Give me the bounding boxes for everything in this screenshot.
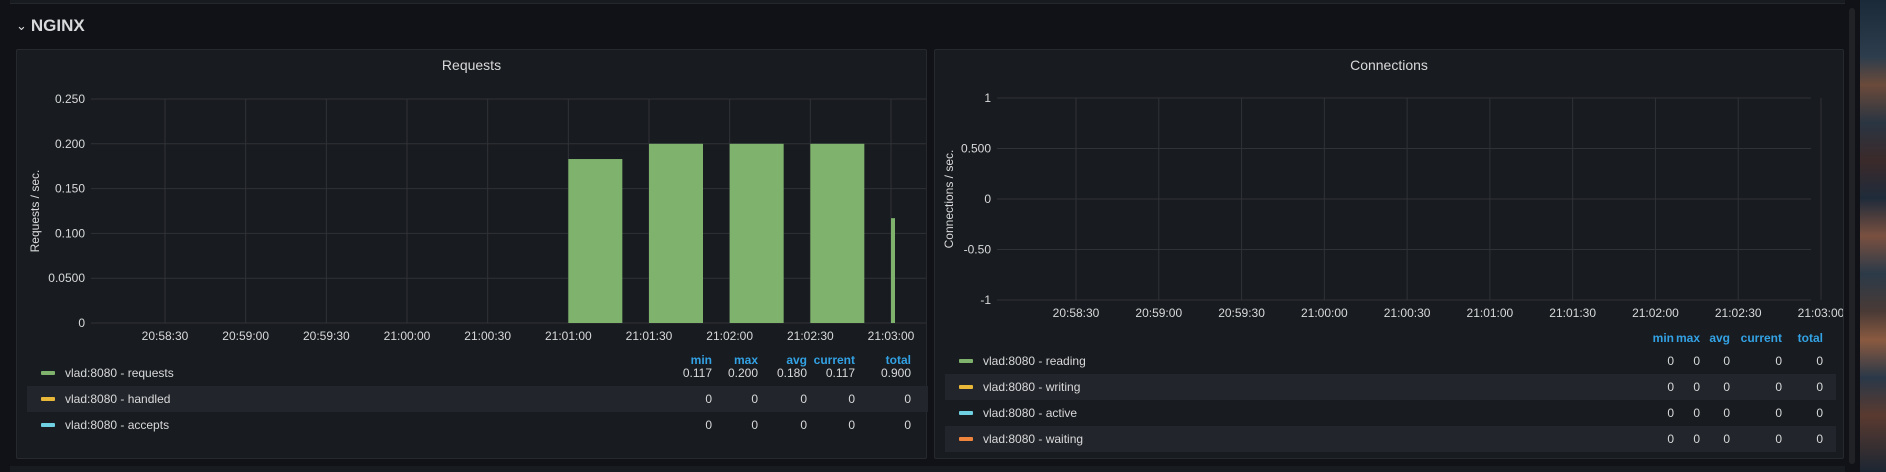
- series-color-swatch[interactable]: [41, 423, 55, 427]
- legend-series-label[interactable]: vlad:8080 - handled: [65, 392, 170, 406]
- connections-chart[interactable]: -1 -0.50 0 0.500 1 20:58:30 20:59:00 20:59:30 21…: [935, 50, 1843, 330]
- legend-series-label[interactable]: vlad:8080 - accepts: [65, 418, 169, 432]
- legend-value-total: 0: [904, 418, 911, 432]
- x-tick-label: 21:03:00: [1798, 306, 1843, 320]
- row-header-nginx[interactable]: ⌄ NGINX: [16, 14, 85, 38]
- x-tick-label: 20:59:30: [1218, 306, 1265, 320]
- x-tick-label: 21:02:00: [706, 329, 753, 343]
- series-color-swatch[interactable]: [959, 411, 973, 415]
- legend-value-avg: 0: [1723, 406, 1730, 420]
- bar[interactable]: [649, 143, 703, 323]
- y-tick-label: -0.50: [964, 243, 992, 257]
- y-tick-label: 0.0500: [48, 271, 85, 285]
- legend-value-total: 0: [904, 392, 911, 406]
- series-color-swatch[interactable]: [41, 371, 55, 375]
- legend-row[interactable]: vlad:8080 - requests 0.117 0.200 0.180 0.117…: [27, 360, 928, 386]
- x-tick-label: 20:59:00: [222, 329, 269, 343]
- legend-value-avg: 0: [1723, 380, 1730, 394]
- legend-value-avg: 0: [1723, 432, 1730, 446]
- y-tick-label: 0: [984, 192, 991, 206]
- y-tick-label: 0.100: [55, 226, 85, 240]
- legend-row[interactable]: vlad:8080 - writing 0 0 0 0 0: [945, 374, 1836, 400]
- y-tick-label: 0.500: [961, 142, 991, 156]
- bar[interactable]: [810, 143, 865, 323]
- x-tick-label: 21:01:30: [626, 329, 673, 343]
- bar[interactable]: [891, 218, 895, 323]
- x-tick-label: 21:00:00: [384, 329, 431, 343]
- bar[interactable]: [568, 159, 623, 323]
- requests-panel[interactable]: Requests 0 0.0500 0.100 0.150 0.200 0.250 20:5…: [16, 49, 928, 459]
- y-tick-label: 0.200: [55, 137, 85, 151]
- legend-value-avg: 0: [1723, 354, 1730, 368]
- legend-column-avg[interactable]: avg: [1670, 331, 1730, 345]
- scrollbar[interactable]: [1849, 8, 1855, 464]
- y-axis-label: Requests / sec.: [28, 170, 42, 253]
- legend-series-label[interactable]: vlad:8080 - writing: [983, 380, 1080, 394]
- series-color-swatch[interactable]: [41, 397, 55, 401]
- legend-value-total: 0.900: [880, 366, 911, 380]
- x-tick-label: 20:59:30: [303, 329, 350, 343]
- x-tick-label: 21:00:30: [464, 329, 511, 343]
- chevron-down-icon[interactable]: ⌄: [16, 18, 27, 34]
- y-tick-label: 0: [78, 316, 85, 330]
- legend-series-label[interactable]: vlad:8080 - reading: [983, 354, 1086, 368]
- x-tick-label: 21:02:30: [787, 329, 834, 343]
- legend-series-label[interactable]: vlad:8080 - active: [983, 406, 1077, 420]
- row-title[interactable]: NGINX: [31, 16, 85, 36]
- bottom-panel-edge: [10, 466, 1845, 472]
- y-tick-label: 1: [984, 91, 991, 105]
- legend-row[interactable]: vlad:8080 - waiting 0 0 0 0 0: [945, 426, 1836, 452]
- x-tick-label: 21:03:00: [868, 329, 915, 343]
- x-tick-label: 21:02:30: [1715, 306, 1762, 320]
- y-tick-label: -1: [980, 293, 991, 307]
- x-tick-label: 21:01:30: [1549, 306, 1596, 320]
- legend-value-current: 0: [848, 418, 855, 432]
- legend-value-current: 0: [848, 392, 855, 406]
- bar[interactable]: [729, 143, 784, 323]
- x-tick-label: 20:58:30: [1053, 306, 1100, 320]
- series-color-swatch[interactable]: [959, 437, 973, 441]
- x-tick-label: 21:01:00: [1467, 306, 1514, 320]
- legend-column-total[interactable]: total: [1763, 331, 1823, 345]
- legend-value-total: 0: [1816, 354, 1823, 368]
- y-tick-label: 0.150: [55, 182, 85, 196]
- legend-row[interactable]: vlad:8080 - reading 0 0 0 0 0: [945, 348, 1836, 374]
- x-tick-label: 21:01:00: [545, 329, 592, 343]
- legend-row[interactable]: vlad:8080 - handled 0 0 0 0 0: [27, 386, 928, 412]
- top-panel-edge: [10, 0, 1845, 4]
- x-tick-label: 20:58:30: [142, 329, 189, 343]
- y-tick-label: 0.250: [55, 92, 85, 106]
- y-axis-label: Connections / sec.: [942, 150, 956, 249]
- legend-value-total: 0: [1816, 406, 1823, 420]
- legend-value-current: 0.117: [825, 366, 855, 380]
- background-image-strip: [1860, 0, 1886, 472]
- legend-series-label[interactable]: vlad:8080 - waiting: [983, 432, 1083, 446]
- legend-row[interactable]: vlad:8080 - active 0 0 0 0 0: [945, 400, 1836, 426]
- x-tick-label: 21:02:00: [1632, 306, 1679, 320]
- x-tick-label: 20:59:00: [1135, 306, 1182, 320]
- legend-value-total: 0: [1816, 380, 1823, 394]
- legend-value-total: 0: [1816, 432, 1823, 446]
- connections-panel[interactable]: Connections -1 -0.50 0 0.500 1 20:58:30 20:59:…: [934, 49, 1844, 459]
- legend-series-label[interactable]: vlad:8080 - requests: [65, 366, 174, 380]
- series-color-swatch[interactable]: [959, 359, 973, 363]
- x-tick-label: 21:00:00: [1301, 306, 1348, 320]
- x-tick-label: 21:00:30: [1384, 306, 1431, 320]
- series-color-swatch[interactable]: [959, 385, 973, 389]
- legend-row[interactable]: vlad:8080 - accepts 0 0 0 0 0: [27, 412, 928, 438]
- requests-chart[interactable]: 0 0.0500 0.100 0.150 0.200 0.250 20:58:30 20:59…: [17, 50, 926, 350]
